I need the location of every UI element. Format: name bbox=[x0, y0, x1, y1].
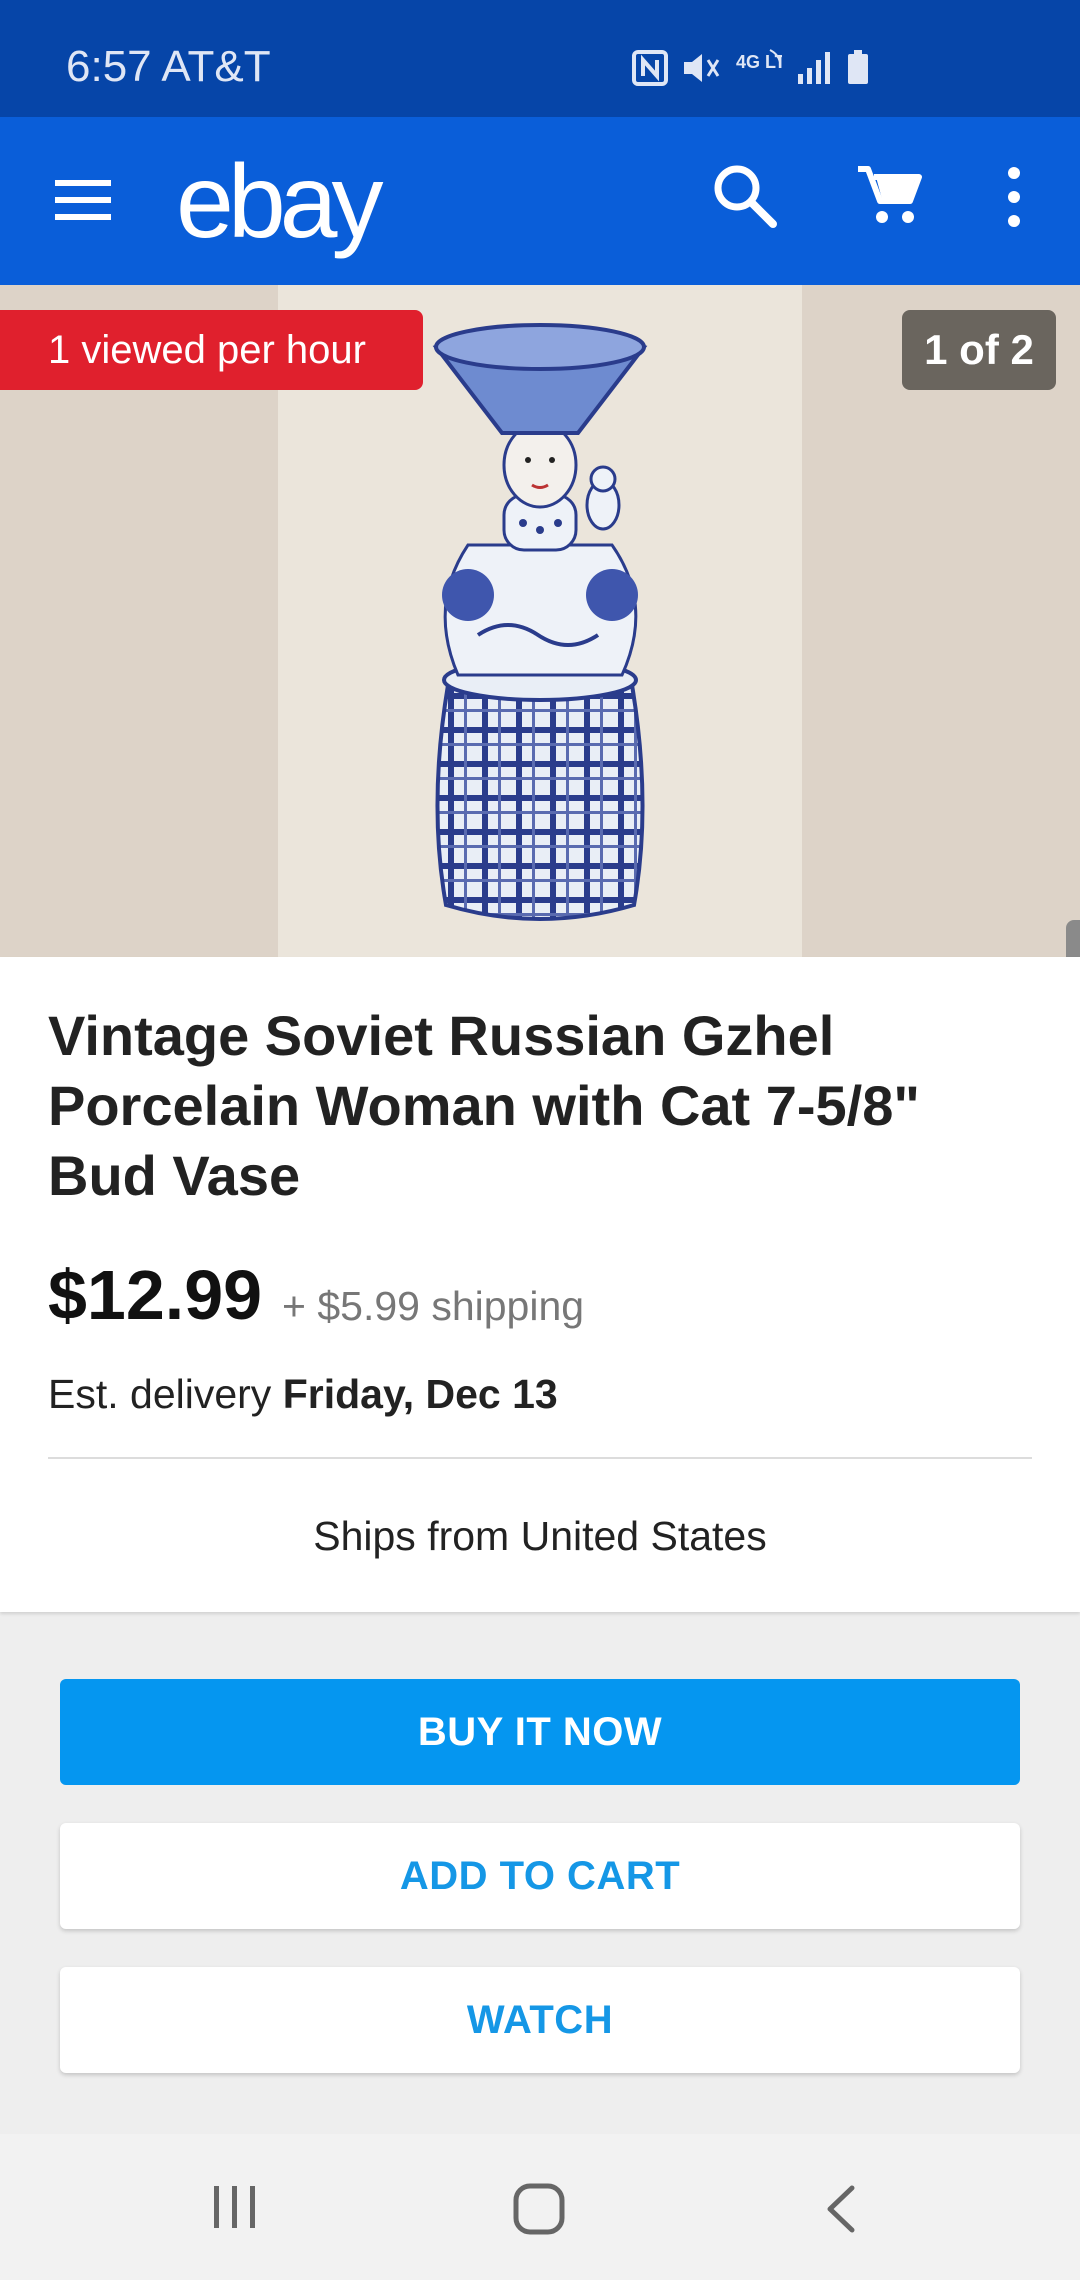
search-icon bbox=[714, 165, 777, 228]
estimated-delivery: Est. delivery Friday, Dec 13 bbox=[48, 1371, 558, 1418]
more-vert-icon bbox=[1008, 167, 1020, 227]
status-time-carrier: 6:57 AT&T bbox=[66, 42, 271, 91]
signal-icon bbox=[796, 50, 832, 86]
ebay-logo[interactable]: ebay bbox=[176, 143, 384, 262]
divider bbox=[48, 1457, 1032, 1459]
4g-lte-icon: 4G LTE bbox=[736, 48, 782, 88]
delivery-date: Friday, Dec 13 bbox=[282, 1371, 558, 1417]
image-counter: 1 of 2 bbox=[902, 310, 1056, 390]
menu-button[interactable] bbox=[50, 167, 116, 233]
home-button[interactable] bbox=[512, 2182, 566, 2241]
cart-button[interactable] bbox=[854, 161, 926, 233]
listing-title: Vintage Soviet Russian Gzhel Porcelain W… bbox=[48, 1004, 920, 1207]
network-label: 4G LTE bbox=[736, 52, 782, 72]
listing-price: $12.99 bbox=[48, 1256, 263, 1334]
status-icons: 4G LTE bbox=[632, 48, 870, 88]
mute-icon bbox=[682, 50, 722, 86]
ships-from: Ships from United States bbox=[313, 1513, 767, 1559]
buy-it-now-button[interactable]: BUY IT NOW bbox=[60, 1679, 1020, 1785]
back-icon bbox=[827, 2185, 855, 2233]
app-bar: ebay bbox=[0, 117, 1080, 285]
menu-icon bbox=[55, 180, 111, 220]
back-button[interactable] bbox=[820, 2184, 860, 2239]
battery-icon bbox=[846, 50, 870, 86]
recent-apps-icon bbox=[214, 2186, 255, 2228]
system-navigation-bar bbox=[0, 2134, 1080, 2280]
nfc-icon bbox=[632, 50, 668, 86]
more-options-button[interactable] bbox=[996, 161, 1032, 233]
delivery-label: Est. delivery bbox=[48, 1371, 272, 1417]
status-bar: 6:57 AT&T 4G LTE bbox=[0, 0, 1080, 117]
shipping-cost: + $5.99 shipping bbox=[282, 1283, 585, 1329]
add-to-cart-button[interactable]: ADD TO CART bbox=[60, 1823, 1020, 1929]
cart-icon bbox=[858, 166, 922, 223]
product-image-carousel[interactable]: 1 viewed per hour 1 of 2 bbox=[0, 285, 1080, 957]
recent-apps-button[interactable] bbox=[210, 2184, 260, 2235]
views-badge: 1 viewed per hour bbox=[0, 310, 423, 390]
listing-summary-card: Vintage Soviet Russian Gzhel Porcelain W… bbox=[0, 957, 1080, 1612]
search-button[interactable] bbox=[710, 161, 780, 231]
watch-button[interactable]: WATCH bbox=[60, 1967, 1020, 2073]
home-icon bbox=[513, 2183, 565, 2235]
